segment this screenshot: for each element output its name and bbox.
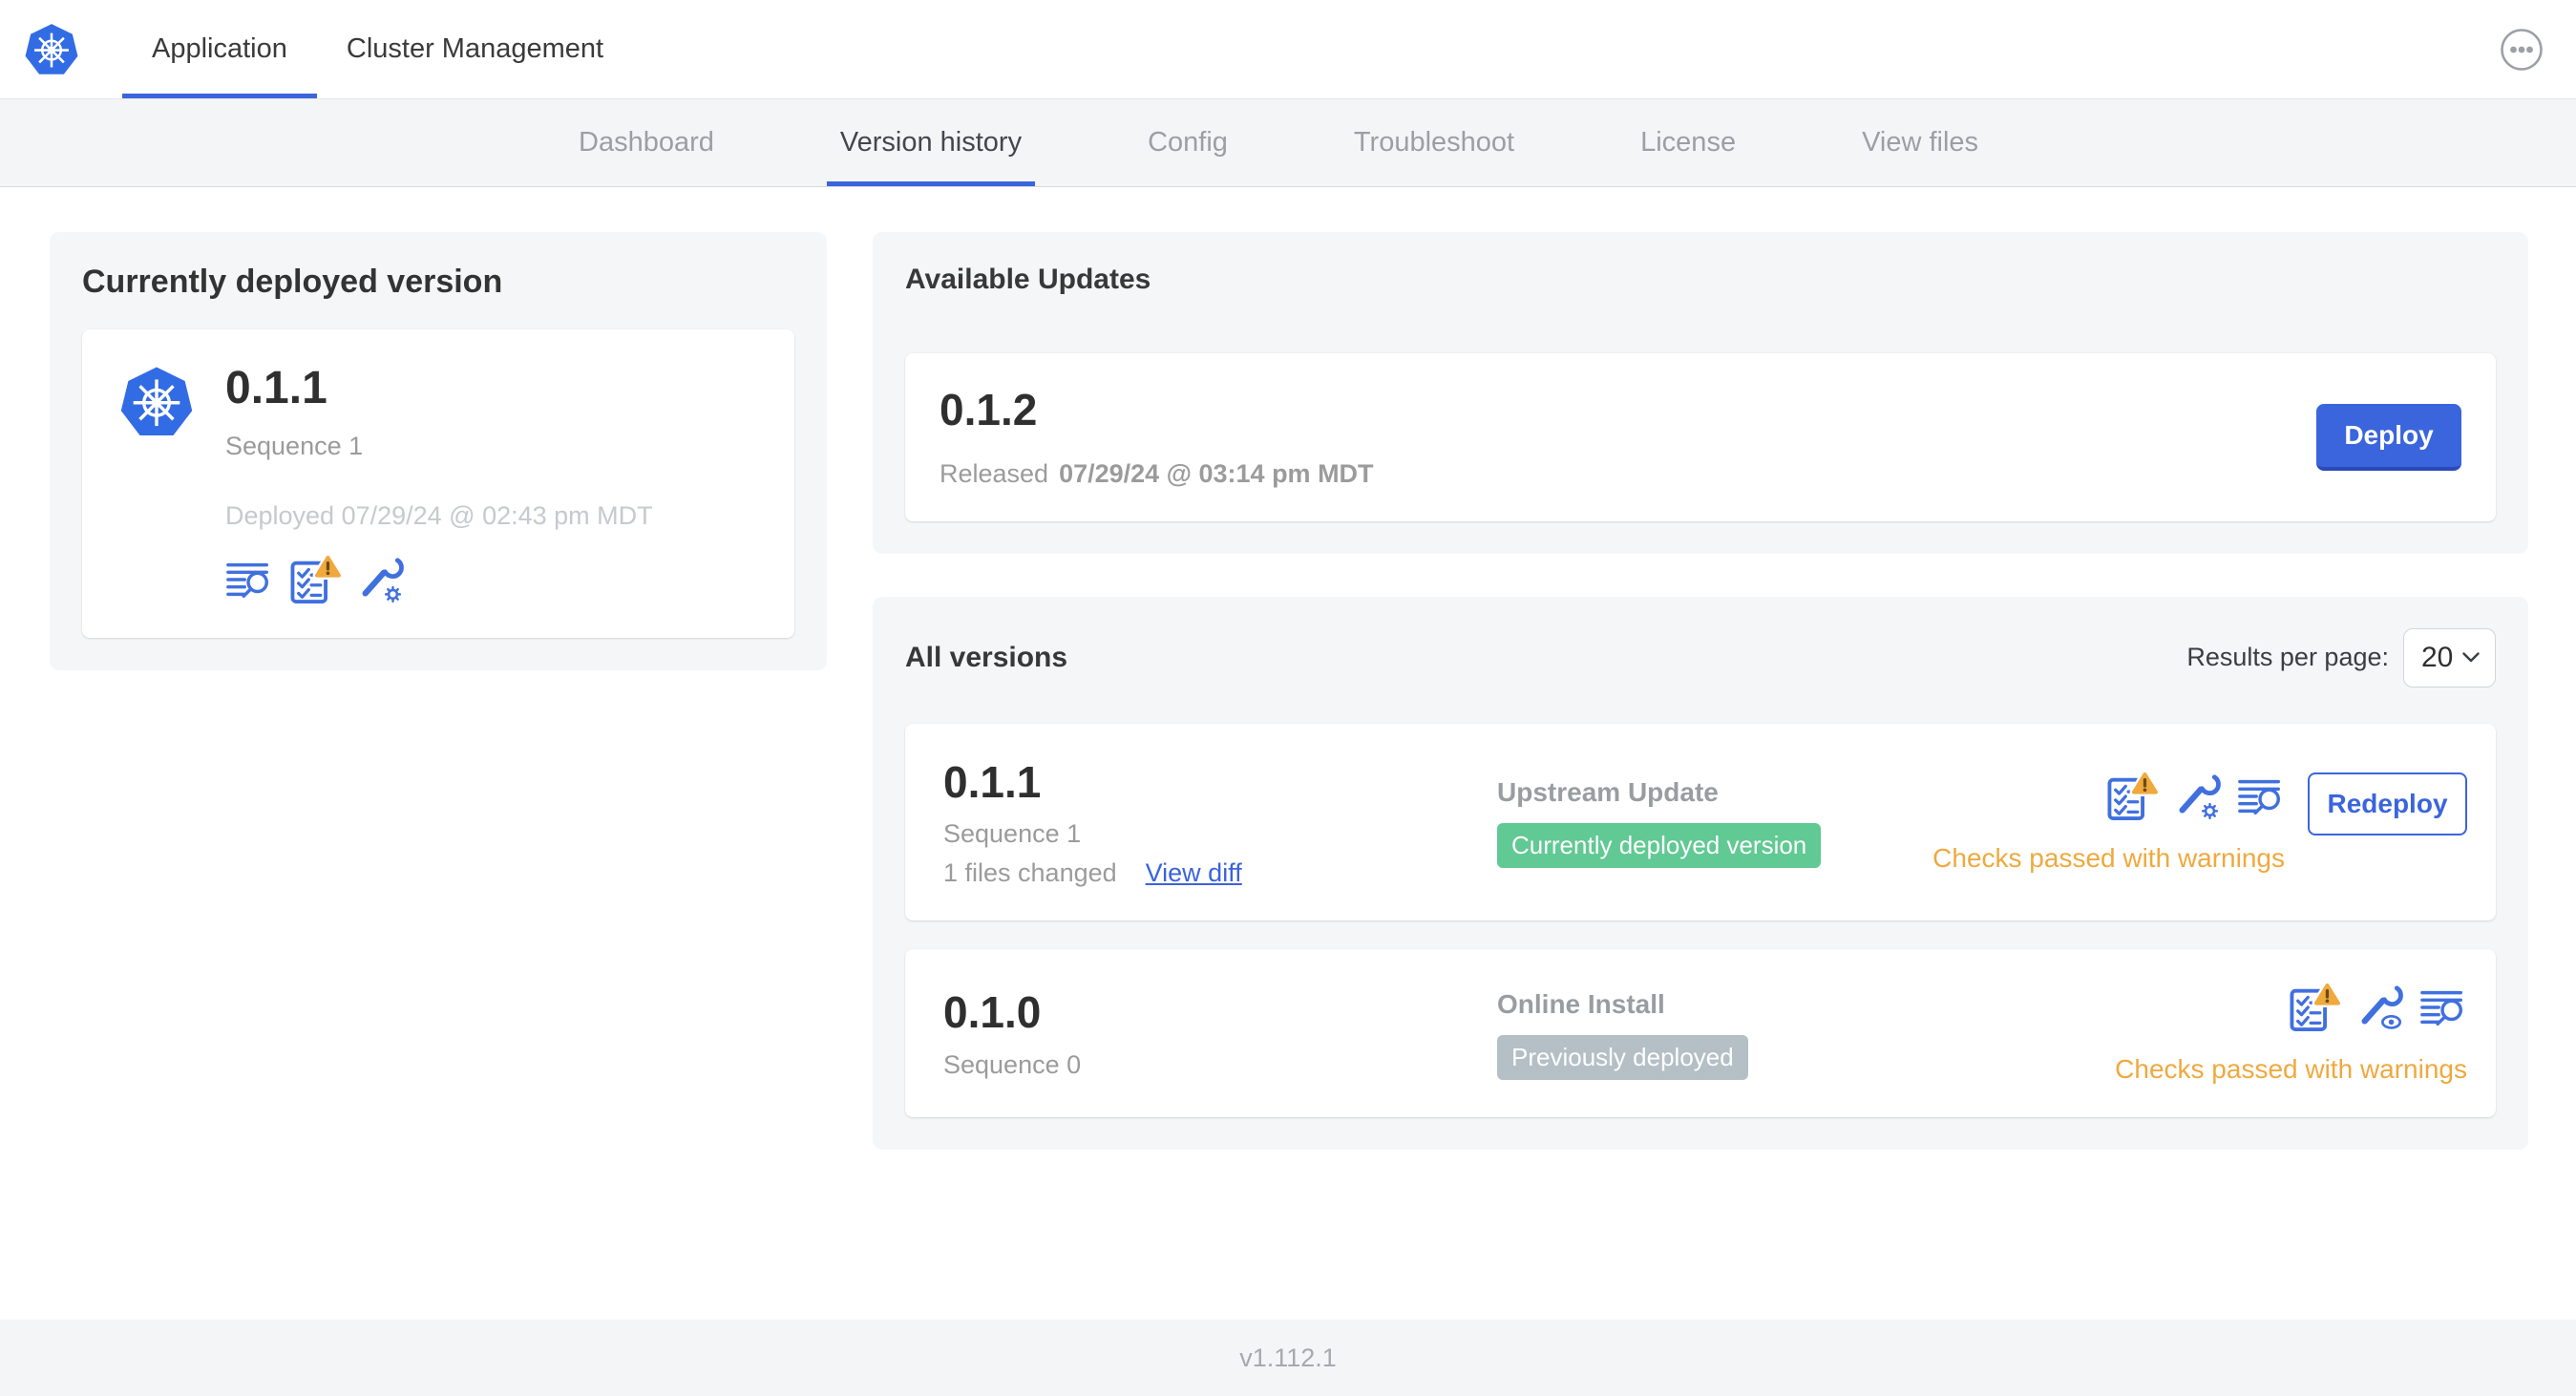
admin-console-page: Application Cluster Management Dashboard… xyxy=(0,0,2576,1396)
currently-deployed-title: Currently deployed version xyxy=(82,264,503,300)
currently-deployed-card: 0.1.1 Sequence 1 Deployed 07/29/24 @ 02:… xyxy=(82,329,794,638)
subnav-version-history-label: Version history xyxy=(839,127,1023,158)
chevron-down-icon xyxy=(2462,652,2480,663)
more-menu-button[interactable] xyxy=(2500,28,2544,72)
row-icons-and-status: Checks passed with warnings xyxy=(2115,984,2467,1085)
released-label: Released xyxy=(940,458,1049,488)
current-version-sequence: Sequence 1 xyxy=(225,431,364,460)
app-subnav: Dashboard Version history Config Trouble… xyxy=(0,99,2576,187)
kubernetes-logo-icon xyxy=(25,22,78,75)
tab-application-label: Application xyxy=(152,33,287,64)
main-content: Currently deployed version 0.1.1 Sequenc… xyxy=(0,187,2576,1320)
release-notes-icon[interactable] xyxy=(225,556,273,603)
config-view-icon[interactable] xyxy=(2356,984,2404,1031)
all-versions-panel: All versions Results per page: 20 0.1.1 … xyxy=(873,596,2528,1151)
previously-deployed-badge: Previously deployed xyxy=(1497,1034,1748,1080)
row-files-changed-line: 1 files changed View diff xyxy=(943,858,1497,888)
version-row-source: Online Install Previously deployed xyxy=(1497,989,2115,1080)
subnav-config-label: Config xyxy=(1148,127,1228,158)
row-sequence: Sequence 1 xyxy=(943,819,1082,849)
row-icons-and-status: Checks passed with warnings xyxy=(1932,772,2285,874)
preflight-checks-warning-icon[interactable] xyxy=(2288,984,2341,1031)
config-gear-icon[interactable] xyxy=(2174,772,2222,820)
subnav-version-history[interactable]: Version history xyxy=(826,99,1036,186)
current-version-number: 0.1.1 xyxy=(225,363,327,413)
version-row-0-1-0: 0.1.0 Sequence 0 Online Install Previous… xyxy=(905,949,2496,1118)
redeploy-button[interactable]: Redeploy xyxy=(2308,772,2467,835)
row-source-label: Upstream Update xyxy=(1497,777,1719,808)
version-row-actions: Checks passed with warnings Redeploy xyxy=(1932,772,2467,874)
currently-deployed-panel: Currently deployed version 0.1.1 Sequenc… xyxy=(50,232,827,670)
results-per-page-value: 20 xyxy=(2421,641,2454,673)
subnav-troubleshoot-label: Troubleshoot xyxy=(1353,127,1515,158)
versions-section: Available Updates 0.1.2 Released 07/29/2… xyxy=(873,232,2528,1151)
preflight-status-text: Checks passed with warnings xyxy=(2115,1054,2467,1085)
deploy-button[interactable]: Deploy xyxy=(2316,403,2461,471)
update-version-number: 0.1.2 xyxy=(940,385,1038,434)
preflight-checks-warning-icon[interactable] xyxy=(2105,772,2159,820)
all-versions-title: All versions xyxy=(905,641,1068,673)
results-per-page-label: Results per page: xyxy=(2186,643,2389,672)
available-updates-panel: Available Updates 0.1.2 Released 07/29/2… xyxy=(873,232,2528,554)
subnav-troubleshoot[interactable]: Troubleshoot xyxy=(1341,99,1528,186)
row-action-icons xyxy=(2288,984,2467,1031)
available-update-info: 0.1.2 Released 07/29/24 @ 03:14 pm MDT xyxy=(940,386,1374,489)
available-updates-title: Available Updates xyxy=(905,264,1151,295)
version-row-actions: Checks passed with warnings xyxy=(2115,984,2467,1085)
top-bar: Application Cluster Management xyxy=(0,0,2576,99)
tab-cluster-management[interactable]: Cluster Management xyxy=(317,0,633,98)
currently-deployed-section: Currently deployed version 0.1.1 Sequenc… xyxy=(50,232,827,670)
footer: v1.112.1 xyxy=(0,1320,2576,1396)
version-row-info: 0.1.1 Sequence 1 1 files changed View di… xyxy=(943,756,1497,889)
results-per-page: Results per page: 20 xyxy=(2186,627,2496,687)
config-gear-icon[interactable] xyxy=(357,556,405,603)
version-row-source: Upstream Update Currently deployed versi… xyxy=(1497,777,1932,869)
release-notes-icon[interactable] xyxy=(2237,772,2285,820)
view-diff-link[interactable]: View diff xyxy=(1146,858,1242,888)
current-version-actions xyxy=(225,556,653,603)
subnav-dashboard[interactable]: Dashboard xyxy=(565,99,728,186)
currently-deployed-badge: Currently deployed version xyxy=(1497,823,1822,869)
results-per-page-select[interactable]: 20 xyxy=(2403,627,2496,687)
release-notes-icon[interactable] xyxy=(2419,984,2467,1031)
subnav-license[interactable]: License xyxy=(1627,99,1749,186)
tab-cluster-management-label: Cluster Management xyxy=(346,33,604,64)
currently-deployed-details: 0.1.1 Sequence 1 Deployed 07/29/24 @ 02:… xyxy=(225,363,653,603)
subnav-config[interactable]: Config xyxy=(1134,99,1241,186)
row-action-icons xyxy=(2105,772,2285,820)
ellipsis-icon xyxy=(2501,28,2543,71)
subnav-license-label: License xyxy=(1640,127,1737,158)
console-version-label: v1.112.1 xyxy=(1239,1343,1337,1372)
row-source-label: Online Install xyxy=(1497,988,1665,1019)
subnav-view-files-label: View files xyxy=(1862,127,1979,158)
row-version-number: 0.1.0 xyxy=(943,987,1042,1038)
released-date: 07/29/24 @ 03:14 pm MDT xyxy=(1059,458,1374,488)
version-row-info: 0.1.0 Sequence 0 xyxy=(943,988,1497,1080)
app-kubernetes-icon xyxy=(120,366,193,437)
current-version-deployed-date: Deployed 07/29/24 @ 02:43 pm MDT xyxy=(225,500,653,530)
preflight-checks-warning-icon[interactable] xyxy=(288,556,342,603)
row-sequence: Sequence 0 xyxy=(943,1049,1082,1079)
available-update-card: 0.1.2 Released 07/29/24 @ 03:14 pm MDT D… xyxy=(905,353,2496,521)
top-tabs: Application Cluster Management xyxy=(122,0,633,98)
row-version-number: 0.1.1 xyxy=(943,756,1042,807)
subnav-dashboard-label: Dashboard xyxy=(579,127,714,158)
update-released-line: Released 07/29/24 @ 03:14 pm MDT xyxy=(940,459,1374,489)
files-changed-text: 1 files changed xyxy=(943,858,1117,888)
version-row-0-1-1: 0.1.1 Sequence 1 1 files changed View di… xyxy=(905,723,2496,921)
preflight-status-text: Checks passed with warnings xyxy=(1932,842,2285,873)
all-versions-header: All versions Results per page: 20 xyxy=(905,627,2496,687)
tab-application[interactable]: Application xyxy=(122,0,317,98)
subnav-view-files[interactable]: View files xyxy=(1848,99,1992,186)
